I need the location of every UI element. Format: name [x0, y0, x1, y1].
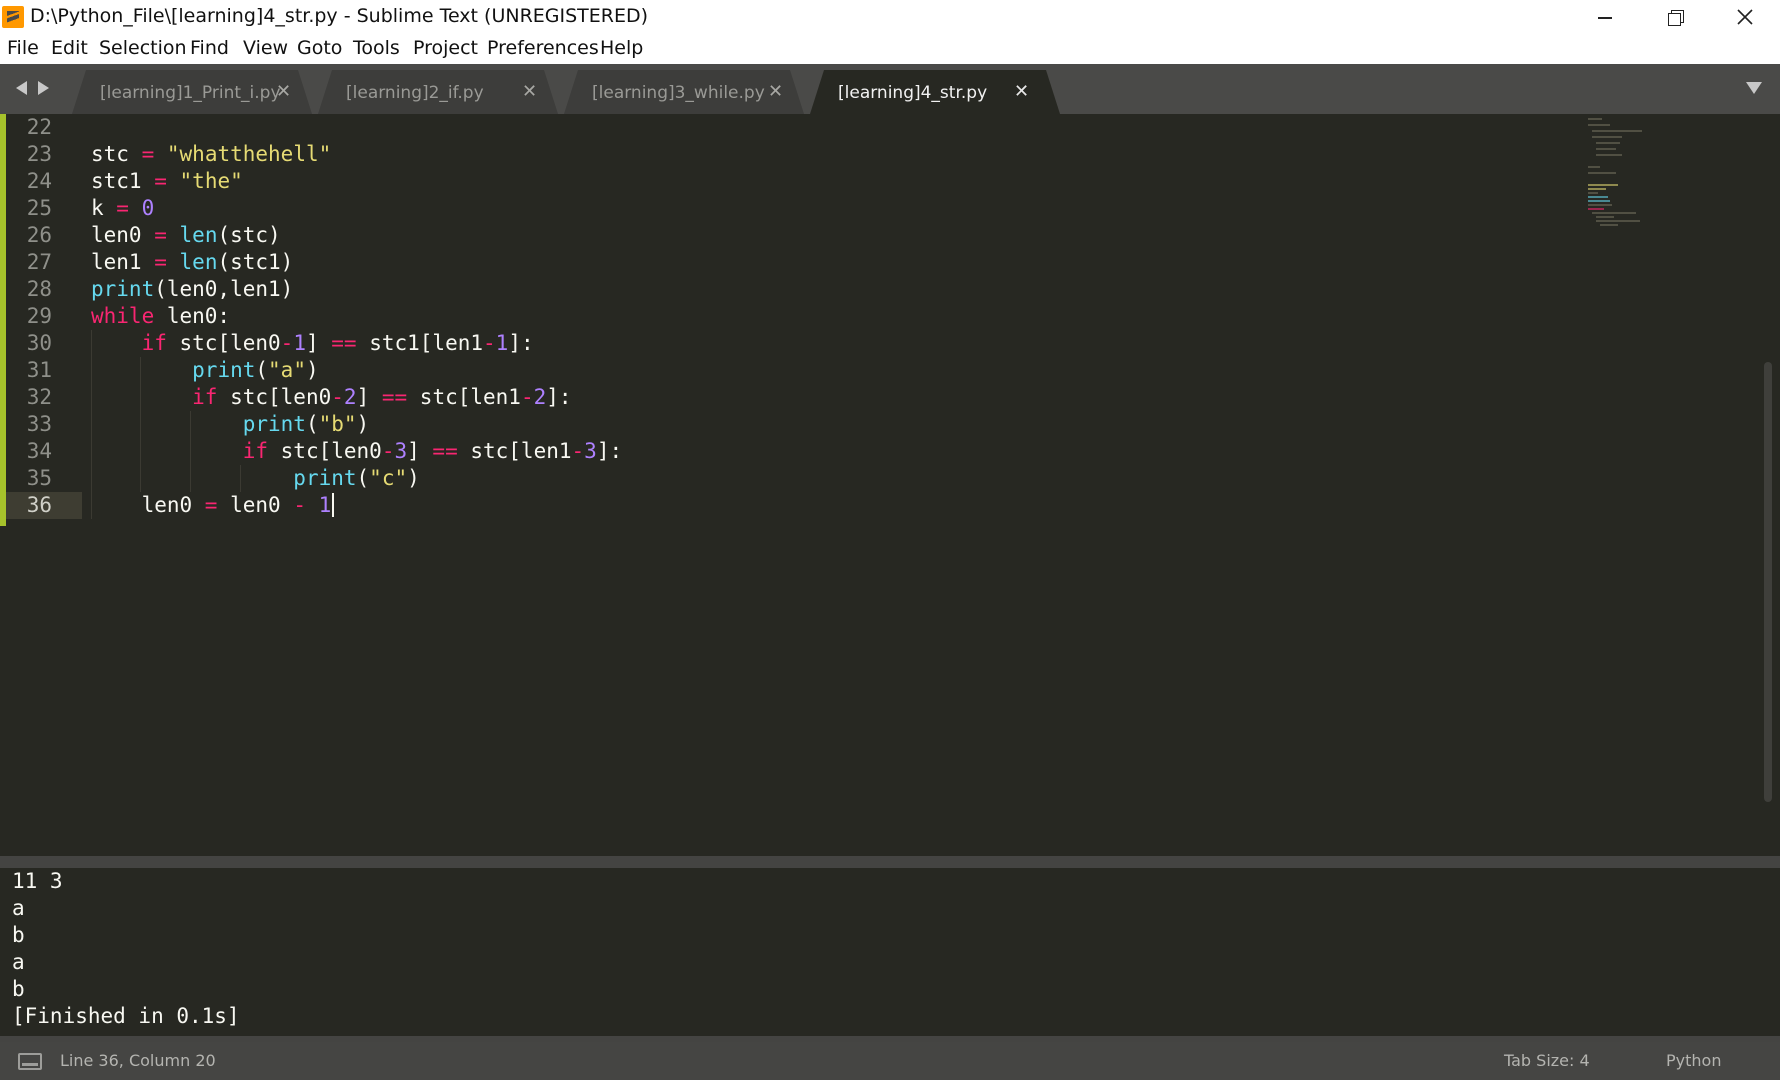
tab-label: [learning]2_if.py [346, 83, 484, 103]
tab-bar: [learning]1_Print_i.py ✕ [learning]2_if.… [0, 64, 1780, 114]
minimize-button[interactable] [1570, 0, 1640, 34]
tab-str[interactable]: [learning]4_str.py ✕ [810, 70, 1060, 114]
line-number: 33 [26, 412, 52, 436]
menu-bar: File Edit Selection Find View Goto Tools… [0, 34, 1780, 64]
code-line-32: if stc[len0-2] == stc[len1-2]: [192, 385, 572, 409]
tab-close-icon[interactable]: ✕ [276, 81, 291, 102]
code-line-24: stc1 = "the" [91, 169, 243, 193]
code-line-29: while len0: [91, 304, 231, 328]
menu-goto[interactable]: Goto [297, 37, 342, 59]
line-number: 34 [26, 439, 52, 463]
output-line: [Finished in 0.1s] [12, 1004, 240, 1028]
code-line-27: len1 = len(stc1) [91, 250, 294, 274]
line-number: 25 [26, 196, 52, 220]
code-line-33: print("b") [242, 412, 370, 436]
code-line-36: len0 = len0 - 1 [91, 492, 335, 519]
close-icon [1737, 9, 1753, 25]
minimap[interactable] [1588, 118, 1658, 228]
code-line-23: stc = "whatthehell" [91, 142, 332, 166]
tab-close-icon[interactable]: ✕ [522, 81, 537, 102]
line-number: 35 [26, 466, 52, 490]
line-number: 31 [26, 358, 52, 382]
tab-label: [learning]4_str.py [838, 83, 988, 103]
text-cursor [332, 493, 335, 517]
line-number-current: 36 [6, 492, 82, 519]
tab-while[interactable]: [learning]3_while.py ✕ [564, 70, 804, 114]
output-line: b [12, 977, 25, 1001]
tab-print-i[interactable]: [learning]1_Print_i.py ✕ [72, 70, 312, 114]
menu-view[interactable]: View [243, 37, 288, 59]
line-number: 30 [26, 331, 52, 355]
tab-nav [16, 81, 52, 97]
close-window-button[interactable] [1710, 0, 1780, 34]
menu-selection[interactable]: Selection [99, 37, 187, 59]
output-line: b [12, 923, 25, 947]
line-number: 26 [26, 223, 52, 247]
menu-edit[interactable]: Edit [51, 37, 88, 59]
chevron-down-icon[interactable] [1746, 82, 1762, 94]
menu-help[interactable]: Help [600, 37, 643, 59]
output-line: a [12, 950, 25, 974]
arrow-right-icon[interactable] [38, 81, 49, 95]
vertical-scrollbar[interactable] [1764, 362, 1772, 802]
panel-toggle-icon[interactable] [18, 1053, 42, 1070]
menu-find[interactable]: Find [190, 37, 229, 59]
code-line-26: len0 = len(stc) [91, 223, 281, 247]
menu-preferences[interactable]: Preferences [487, 37, 599, 59]
window-title: D:\Python_File\[learning]4_str.py - Subl… [30, 5, 649, 27]
cursor-position: Line 36, Column 20 [60, 1051, 216, 1070]
arrow-left-icon[interactable] [16, 81, 27, 95]
menu-file[interactable]: File [7, 37, 39, 59]
code-editor[interactable]: ''' 22 23 24 25 26 27 28 29 30 31 32 33 … [0, 114, 1780, 856]
syntax-mode[interactable]: Python [1666, 1051, 1721, 1070]
line-number: 28 [26, 277, 52, 301]
code-line-34: if stc[len0-3] == stc[len1-3]: [242, 439, 623, 463]
tab-label: [learning]1_Print_i.py [100, 83, 281, 103]
sublime-logo-icon [2, 6, 24, 28]
tab-size[interactable]: Tab Size: 4 [1504, 1051, 1590, 1070]
output-line: a [12, 896, 25, 920]
code-line-28: print(len0,len1) [91, 277, 294, 301]
restore-button[interactable] [1640, 0, 1710, 34]
code-line-partial: ''' [91, 114, 129, 127]
tab-close-icon[interactable]: ✕ [1014, 81, 1029, 102]
panel-divider[interactable] [0, 856, 1780, 868]
code-line-31: print("a") [192, 358, 319, 382]
menu-tools[interactable]: Tools [353, 37, 400, 59]
menu-project[interactable]: Project [413, 37, 478, 59]
line-number: 22 [26, 115, 52, 139]
output-line: 11 3 [12, 869, 63, 893]
line-number: 27 [26, 250, 52, 274]
line-number: 32 [26, 385, 52, 409]
code-line-30: if stc[len0-1] == stc1[len1-1]: [141, 331, 534, 355]
line-number: 23 [26, 142, 52, 166]
status-bar: Line 36, Column 20 Tab Size: 4 Python [0, 1042, 1780, 1080]
line-number: 29 [26, 304, 52, 328]
line-number: 24 [26, 169, 52, 193]
tab-if[interactable]: [learning]2_if.py ✕ [318, 70, 558, 114]
code-line-35: print("c") [293, 466, 420, 490]
tab-label: [learning]3_while.py [592, 83, 765, 103]
build-output-panel: 11 3 a b a b [Finished in 0.1s] [6, 868, 1778, 1036]
title-bar: D:\Python_File\[learning]4_str.py - Subl… [0, 0, 1780, 34]
tab-close-icon[interactable]: ✕ [768, 81, 783, 102]
code-line-25: k = 0 [91, 196, 155, 220]
